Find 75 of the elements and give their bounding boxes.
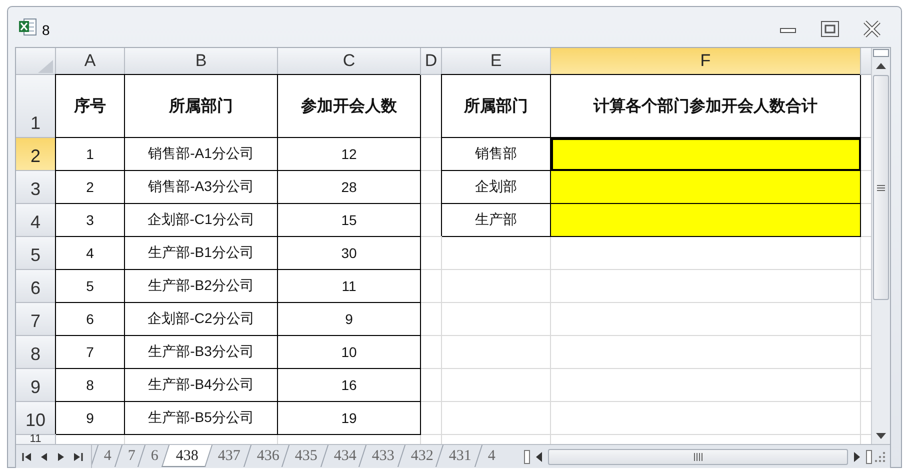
row-header[interactable]: 7 <box>16 303 56 336</box>
table-cell[interactable]: 生产部-B4分公司 <box>125 369 278 402</box>
table-cell[interactable]: 5 <box>56 270 125 303</box>
sheet-tab[interactable]: 436 <box>242 445 289 467</box>
table-cell[interactable]: 30 <box>278 237 421 270</box>
window-title: 8 <box>42 22 50 38</box>
split-handle-icon[interactable] <box>866 449 872 465</box>
table-cell[interactable]: 生产部-B1分公司 <box>125 237 278 270</box>
row-header[interactable]: 3 <box>16 171 56 204</box>
column-header[interactable]: B <box>125 48 278 75</box>
table-cell[interactable]: 9 <box>56 402 125 435</box>
column-header[interactable]: A <box>56 48 125 75</box>
table-cell[interactable]: 参加开会人数 <box>278 75 421 138</box>
row-header[interactable]: 11 <box>16 435 56 444</box>
table-cell[interactable] <box>551 204 861 237</box>
column-header[interactable]: E <box>442 48 551 75</box>
sheet-tab[interactable]: 438 <box>160 445 212 467</box>
column-header[interactable]: F <box>551 48 861 75</box>
sheet-tab[interactable]: 431 <box>435 445 482 467</box>
row-header[interactable]: 4 <box>16 204 56 237</box>
table-cell[interactable]: 序号 <box>56 75 125 138</box>
table-cell[interactable]: 10 <box>278 336 421 369</box>
table-cell[interactable]: 9 <box>278 303 421 336</box>
table-cell[interactable]: 28 <box>278 171 421 204</box>
sheet-tab[interactable]: 4 <box>474 445 505 467</box>
table-cell[interactable]: 4 <box>56 237 125 270</box>
row-header[interactable]: 2 <box>16 138 56 171</box>
row-header[interactable]: 9 <box>16 369 56 402</box>
resize-grip-icon[interactable] <box>874 451 886 463</box>
row-header[interactable]: 8 <box>16 336 56 369</box>
table-cell[interactable]: 2 <box>56 171 125 204</box>
table-cell[interactable]: 1 <box>56 138 125 171</box>
table-cell[interactable]: 所属部门 <box>442 75 551 138</box>
sheet-tab[interactable]: 433 <box>358 445 404 467</box>
scrollbar-thumb[interactable] <box>548 449 848 465</box>
table-cell[interactable] <box>551 171 861 204</box>
sheet-tab[interactable]: 437 <box>204 445 250 467</box>
table-cell[interactable]: 生产部-B2分公司 <box>125 270 278 303</box>
row-header[interactable]: 5 <box>16 237 56 270</box>
table-cell[interactable]: 16 <box>278 369 421 402</box>
table-cell[interactable]: 15 <box>278 204 421 237</box>
sheet-tab[interactable]: 4 <box>92 445 122 467</box>
spreadsheet-icon <box>18 17 38 37</box>
split-handle-icon[interactable] <box>873 48 890 58</box>
column-header[interactable]: C <box>278 48 421 75</box>
table-cell[interactable]: 销售部-A3分公司 <box>125 171 278 204</box>
column-header[interactable]: D <box>421 48 442 75</box>
table-cell[interactable]: 所属部门 <box>125 75 278 138</box>
row-header[interactable]: 6 <box>16 270 56 303</box>
scrollbar-thumb[interactable] <box>873 75 890 300</box>
table-cell[interactable]: 8 <box>56 369 125 402</box>
table-cell[interactable]: 企划部-C1分公司 <box>125 204 278 237</box>
first-sheet-icon[interactable] <box>20 450 34 464</box>
last-sheet-icon[interactable] <box>71 450 85 464</box>
table-cell[interactable]: 企划部-C2分公司 <box>125 303 278 336</box>
sheet-tab[interactable]: 434 <box>320 445 366 467</box>
table-cell[interactable]: 销售部-A1分公司 <box>125 138 278 171</box>
sheet-tab[interactable]: 435 <box>281 445 328 467</box>
sheet-tab[interactable]: 7 <box>114 445 145 467</box>
table-cell[interactable]: 19 <box>278 402 421 435</box>
maximize-icon <box>821 21 839 37</box>
tab-split-handle-icon[interactable] <box>524 449 530 465</box>
table-cell[interactable]: 7 <box>56 336 125 369</box>
table-cell[interactable]: 11 <box>278 270 421 303</box>
table-cell[interactable]: 3 <box>56 204 125 237</box>
table-cell[interactable]: 生产部-B5分公司 <box>125 402 278 435</box>
selected-cell[interactable] <box>551 138 861 171</box>
row-header[interactable]: 1 <box>16 75 56 138</box>
table-cell[interactable]: 6 <box>56 303 125 336</box>
row-header[interactable]: 10 <box>16 402 56 435</box>
close-icon <box>863 20 881 38</box>
table-cell[interactable]: 12 <box>278 138 421 171</box>
table-cell[interactable]: 生产部-B3分公司 <box>125 336 278 369</box>
select-all-button[interactable] <box>16 48 56 75</box>
sheet-tab[interactable]: 432 <box>396 445 443 467</box>
